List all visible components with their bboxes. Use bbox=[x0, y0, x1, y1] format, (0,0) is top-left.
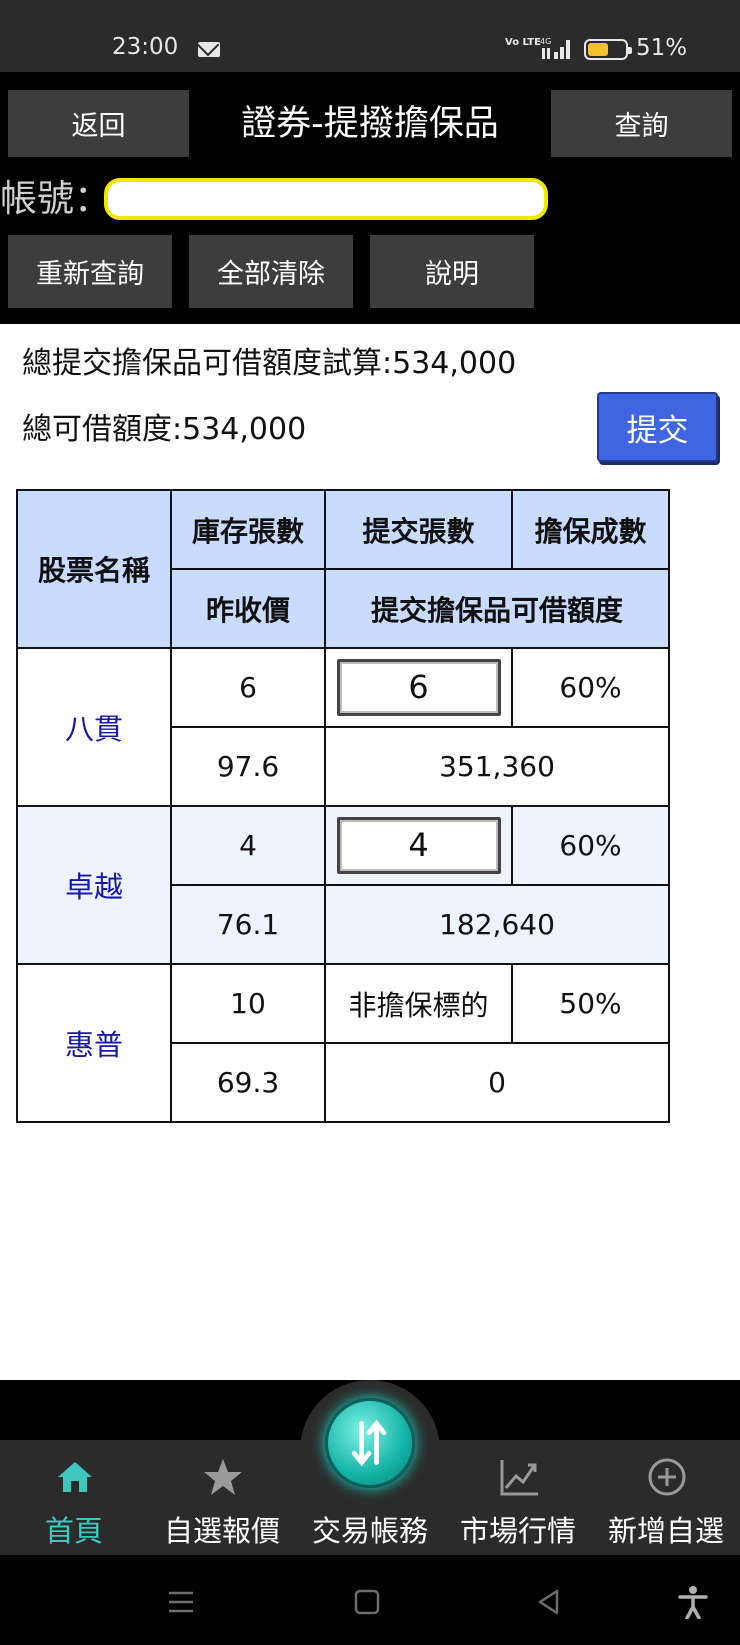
accessibility-icon[interactable] bbox=[677, 1585, 709, 1619]
stock-name-link[interactable]: 卓越 bbox=[16, 805, 172, 965]
stock-name-link[interactable]: 八貫 bbox=[16, 647, 172, 807]
chart-icon bbox=[500, 1460, 538, 1496]
network-label: 4G bbox=[540, 37, 551, 46]
nav-label: 自選報價 bbox=[163, 1514, 280, 1548]
battery-icon bbox=[584, 39, 632, 60]
header-inventory: 庫存張數 bbox=[170, 489, 326, 570]
submit-qty-cell: 6 bbox=[324, 647, 513, 728]
stock-name-link[interactable]: 惠普 bbox=[16, 963, 172, 1123]
nav-watchlist[interactable]: 自選報價 bbox=[148, 1444, 296, 1552]
inventory-cell: 4 bbox=[170, 805, 326, 886]
table-row: 八貫 6 6 60% bbox=[16, 647, 670, 807]
total-credit: 總可借額度:534,000 bbox=[22, 412, 307, 447]
account-label: 帳號： bbox=[0, 177, 111, 220]
ratio-cell: 50% bbox=[511, 963, 670, 1044]
home-icon bbox=[58, 1462, 92, 1492]
bottom-nav: 首頁 自選報價 交易帳務 市場行情 新增自選 bbox=[0, 1380, 740, 1555]
header-submit-qty: 提交張數 bbox=[324, 489, 513, 570]
header-credit: 提交擔保品可借額度 bbox=[324, 568, 670, 649]
requery-button[interactable]: 重新查詢 bbox=[8, 235, 172, 308]
submit-qty-cell: 非擔保標的 bbox=[324, 963, 513, 1044]
submit-qty-input[interactable]: 6 bbox=[336, 659, 501, 716]
account-field[interactable] bbox=[104, 178, 548, 220]
nav-label: 市場行情 bbox=[459, 1514, 576, 1548]
table-row: 惠普 10 非擔保標的 50% bbox=[16, 963, 670, 1123]
mail-icon bbox=[198, 42, 220, 57]
home-square-icon[interactable] bbox=[352, 1587, 382, 1617]
nav-label: 首頁 bbox=[44, 1514, 103, 1548]
header-stock-name: 股票名稱 bbox=[16, 489, 172, 649]
credit-cell: 182,640 bbox=[324, 884, 670, 965]
nav-add-watchlist[interactable]: 新增自選 bbox=[592, 1444, 740, 1552]
submit-qty-cell: 4 bbox=[324, 805, 513, 886]
credit-cell: 0 bbox=[324, 1042, 670, 1123]
query-button[interactable]: 查詢 bbox=[551, 90, 732, 157]
header-collateral-ratio: 擔保成數 bbox=[511, 489, 670, 570]
system-nav-bar bbox=[0, 1555, 740, 1645]
total-submit-credit: 總提交擔保品可借額度試算:534,000 bbox=[22, 346, 517, 381]
nav-label: 交易帳務 bbox=[311, 1514, 428, 1548]
prev-close-cell: 69.3 bbox=[170, 1042, 326, 1123]
header-prev-close: 昨收價 bbox=[170, 568, 326, 649]
header: 返回 證券-提撥擔保品 查詢 帳號： 重新查詢 全部清除 說明 bbox=[0, 72, 740, 324]
prev-close-cell: 76.1 bbox=[170, 884, 326, 965]
plus-circle-icon bbox=[648, 1458, 686, 1496]
star-icon bbox=[204, 1459, 242, 1495]
battery-percent: 51% bbox=[636, 35, 688, 61]
menu-icon[interactable] bbox=[166, 1587, 196, 1617]
table-row: 卓越 4 4 60% bbox=[16, 805, 670, 965]
inventory-cell: 10 bbox=[170, 963, 326, 1044]
nav-market[interactable]: 市場行情 bbox=[444, 1444, 592, 1552]
help-button[interactable]: 說明 bbox=[370, 235, 534, 308]
status-time: 23:00 bbox=[112, 34, 179, 60]
back-triangle-icon[interactable] bbox=[534, 1587, 564, 1617]
page-title: 證券-提撥擔保品 bbox=[241, 104, 499, 144]
submit-button[interactable]: 提交 bbox=[597, 392, 718, 462]
nav-trading[interactable]: 交易帳務 bbox=[296, 1444, 444, 1552]
collateral-table: 股票名稱 庫存張數 提交張數 擔保成數 昨收價 提交擔保品可借額度 八貫 6 6… bbox=[16, 489, 670, 1123]
submit-qty-input[interactable]: 4 bbox=[336, 817, 501, 874]
nav-home[interactable]: 首頁 bbox=[0, 1444, 148, 1552]
nav-label: 新增自選 bbox=[607, 1514, 724, 1548]
credit-cell: 351,360 bbox=[324, 726, 670, 807]
clear-all-button[interactable]: 全部清除 bbox=[189, 235, 353, 308]
ratio-cell: 60% bbox=[511, 805, 670, 886]
table-header-row: 股票名稱 庫存張數 提交張數 擔保成數 bbox=[16, 489, 670, 649]
prev-close-cell: 97.6 bbox=[170, 726, 326, 807]
ratio-cell: 60% bbox=[511, 647, 670, 728]
back-button[interactable]: 返回 bbox=[8, 90, 189, 157]
status-bar: 23:00 Vo LTE 4G 51% bbox=[0, 0, 740, 72]
signal-icon: 4G bbox=[540, 37, 570, 59]
inventory-cell: 6 bbox=[170, 647, 326, 728]
volte-icon: Vo LTE bbox=[505, 37, 541, 48]
